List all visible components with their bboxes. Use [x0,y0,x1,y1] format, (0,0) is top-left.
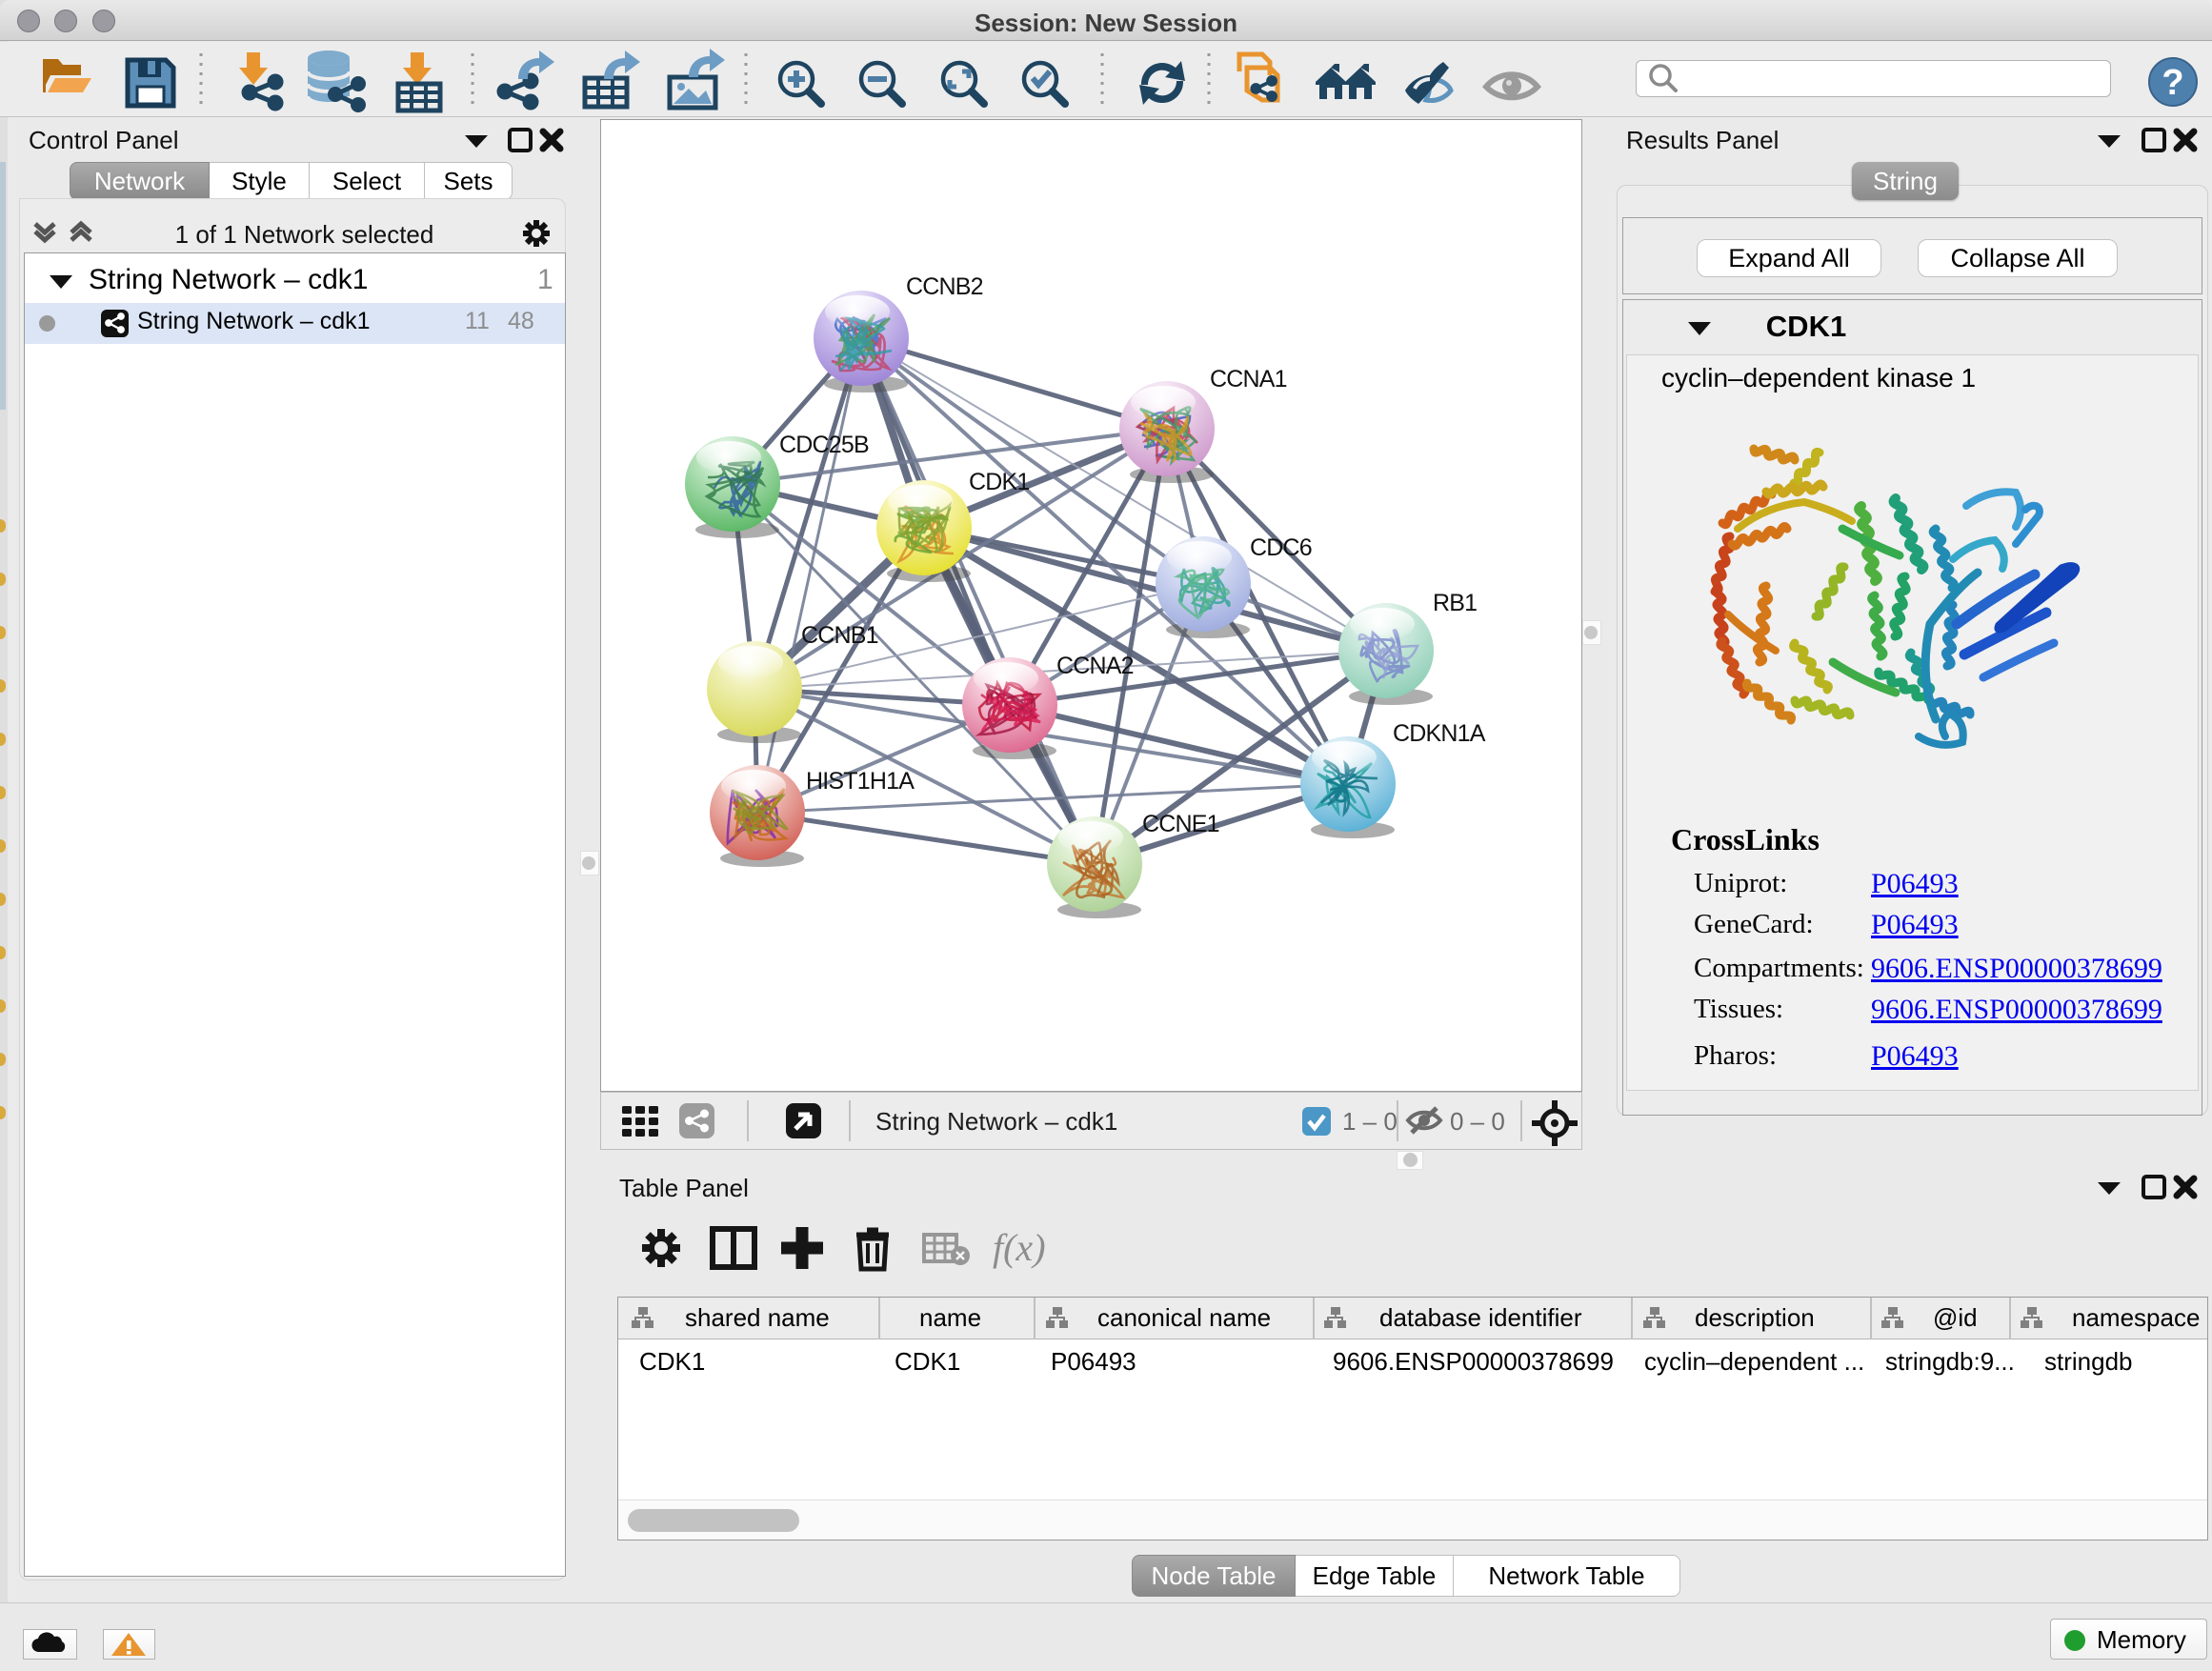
svg-text:CDC6: CDC6 [1250,534,1312,561]
svg-text:CCNA1: CCNA1 [1210,366,1287,393]
svg-text:CCNE1: CCNE1 [1142,811,1219,837]
svg-text:1 – 0: 1 – 0 [1342,1107,1398,1136]
svg-text:RB1: RB1 [1433,590,1477,616]
svg-text:CDK1: CDK1 [969,469,1030,495]
svg-text:CCNB1: CCNB1 [801,622,878,649]
svg-text:0 – 0: 0 – 0 [1450,1107,1505,1136]
svg-text:?: ? [2162,63,2183,103]
svg-text:CDC25B: CDC25B [779,432,869,458]
svg-text:f(x): f(x) [993,1226,1046,1269]
svg-text:CCNA2: CCNA2 [1056,653,1134,679]
svg-text:String Network – cdk1: String Network – cdk1 [875,1107,1117,1136]
svg-text:CCNB2: CCNB2 [906,273,983,300]
svg-text:CDKN1A: CDKN1A [1393,720,1486,747]
svg-text:HIST1H1A: HIST1H1A [806,768,915,795]
